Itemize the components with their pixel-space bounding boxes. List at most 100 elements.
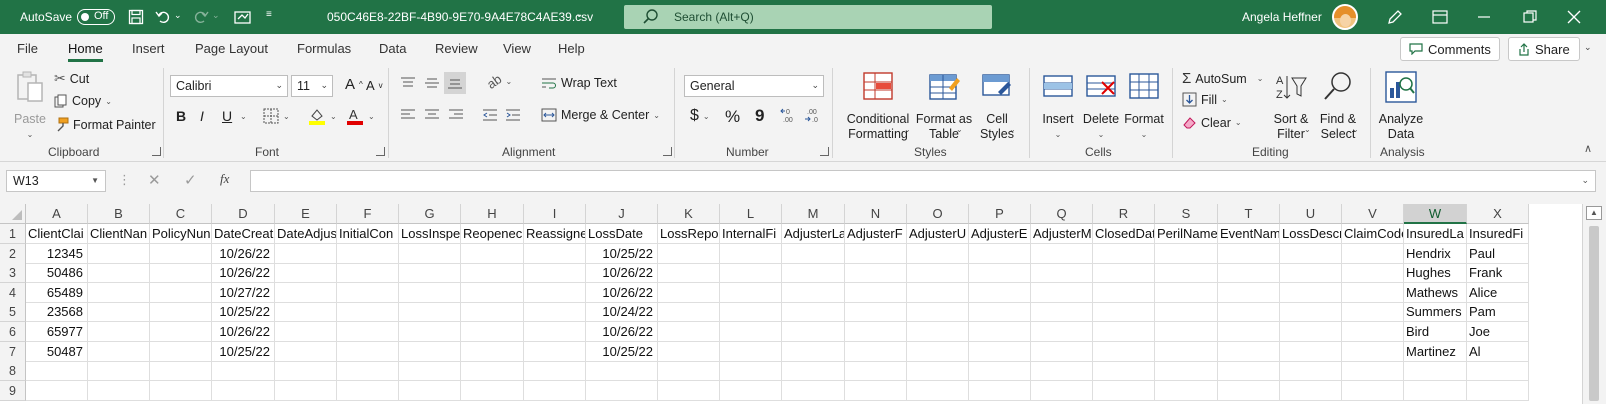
cell-j3[interactable]: 10/26/22 [586,263,658,284]
cell-p3[interactable] [969,263,1031,284]
column-header-d[interactable]: D [212,204,275,224]
share-chevron-icon[interactable]: ⌄ [1584,42,1592,53]
cell-q2[interactable] [1031,243,1093,264]
cell-a9[interactable] [26,380,88,401]
scroll-up-icon[interactable]: ▲ [1586,206,1602,220]
borders-icon[interactable]: ⌄ [263,108,290,124]
cell-k9[interactable] [658,380,720,401]
cell-g9[interactable] [399,380,461,401]
clear-button[interactable]: Clear ⌄ [1182,115,1242,130]
row-header-3[interactable]: 3 [0,263,26,284]
row-header-6[interactable]: 6 [0,322,26,342]
cell-u6[interactable] [1280,322,1342,342]
cell-l8[interactable] [720,361,782,382]
cell-u7[interactable] [1280,341,1342,362]
expand-formula-chevron-icon[interactable]: ⌄ [1581,175,1589,186]
undo-dropdown-icon[interactable]: ⌄ [174,10,182,21]
cell-d9[interactable] [212,380,275,401]
cell-h5[interactable] [461,302,524,323]
tab-file[interactable]: File [17,41,38,56]
cell-i1[interactable]: Reassigne [524,224,586,244]
cell-g6[interactable] [399,322,461,342]
cell-q8[interactable] [1031,361,1093,382]
cell-q1[interactable]: AdjusterM [1031,224,1093,244]
cell-x3[interactable]: Frank [1467,263,1529,284]
cell-b8[interactable] [88,361,150,382]
cell-b6[interactable] [88,322,150,342]
cell-h8[interactable] [461,361,524,382]
font-color-icon[interactable]: A ⌄ [346,107,375,125]
enter-formula-icon[interactable]: ✓ [184,171,197,189]
cell-o6[interactable] [907,322,969,342]
decrease-indent-icon[interactable] [482,108,498,122]
cell-t6[interactable] [1218,322,1280,342]
cell-t8[interactable] [1218,361,1280,382]
currency-button[interactable]: $ ⌄ [690,107,710,125]
cell-a1[interactable]: ClientClai [26,224,88,244]
cell-c5[interactable] [150,302,212,323]
select-all-corner[interactable] [0,204,26,224]
ribbon-display-icon[interactable] [1430,7,1450,27]
cell-u8[interactable] [1280,361,1342,382]
cell-o5[interactable] [907,302,969,323]
cell-v9[interactable] [1342,380,1404,401]
cell-x5[interactable]: Pam [1467,302,1529,323]
align-center-icon[interactable] [424,108,440,122]
cell-h9[interactable] [461,380,524,401]
cell-p1[interactable]: AdjusterE [969,224,1031,244]
cell-w9[interactable] [1404,380,1467,401]
cell-o9[interactable] [907,380,969,401]
cell-f3[interactable] [337,263,399,284]
cell-k6[interactable] [658,322,720,342]
cell-o4[interactable] [907,282,969,303]
quick-access-icon[interactable] [233,7,253,27]
pen-icon[interactable] [1385,7,1405,27]
clipboard-launcher-icon[interactable] [152,147,161,156]
column-header-r[interactable]: R [1093,204,1155,224]
cell-h7[interactable] [461,341,524,362]
cell-l4[interactable] [720,282,782,303]
column-header-k[interactable]: K [658,204,720,224]
customize-toolbar-icon[interactable]: ≡ [266,9,272,20]
cell-w6[interactable]: Bird [1404,322,1467,342]
share-button[interactable]: Share [1508,37,1580,61]
cell-q7[interactable] [1031,341,1093,362]
cell-i9[interactable] [524,380,586,401]
cell-s5[interactable] [1155,302,1218,323]
cell-p7[interactable] [969,341,1031,362]
cell-w5[interactable]: Summers [1404,302,1467,323]
cell-t7[interactable] [1218,341,1280,362]
cell-s7[interactable] [1155,341,1218,362]
cell-i2[interactable] [524,243,586,264]
row-header-2[interactable]: 2 [0,243,26,264]
name-box[interactable]: W13 ▼ [6,170,106,192]
cell-l9[interactable] [720,380,782,401]
alignment-launcher-icon[interactable] [663,147,672,156]
cell-a4[interactable]: 65489 [26,282,88,303]
cell-c4[interactable] [150,282,212,303]
cell-n3[interactable] [845,263,907,284]
column-header-h[interactable]: H [461,204,524,224]
cell-q9[interactable] [1031,380,1093,401]
shrink-font-icon[interactable]: Av [366,78,383,93]
cell-x2[interactable]: Paul [1467,243,1529,264]
cell-r7[interactable] [1093,341,1155,362]
cell-t1[interactable]: EventNam [1218,224,1280,244]
collapse-ribbon-icon[interactable]: ∧ [1584,142,1592,155]
cell-d4[interactable]: 10/27/22 [212,282,275,303]
cell-f7[interactable] [337,341,399,362]
underline-chevron-icon[interactable]: ⌄ [240,112,247,121]
cell-r2[interactable] [1093,243,1155,264]
tab-help[interactable]: Help [558,41,585,56]
cell-m4[interactable] [782,282,845,303]
cell-k5[interactable] [658,302,720,323]
cell-x9[interactable] [1467,380,1529,401]
font-size-select[interactable]: 11 ⌄ [291,75,333,97]
cell-e1[interactable]: DateAdjus [275,224,337,244]
row-header-9[interactable]: 9 [0,380,26,401]
cell-j7[interactable]: 10/25/22 [586,341,658,362]
cell-o1[interactable]: AdjusterU [907,224,969,244]
cell-b9[interactable] [88,380,150,401]
cell-o3[interactable] [907,263,969,284]
cell-e9[interactable] [275,380,337,401]
